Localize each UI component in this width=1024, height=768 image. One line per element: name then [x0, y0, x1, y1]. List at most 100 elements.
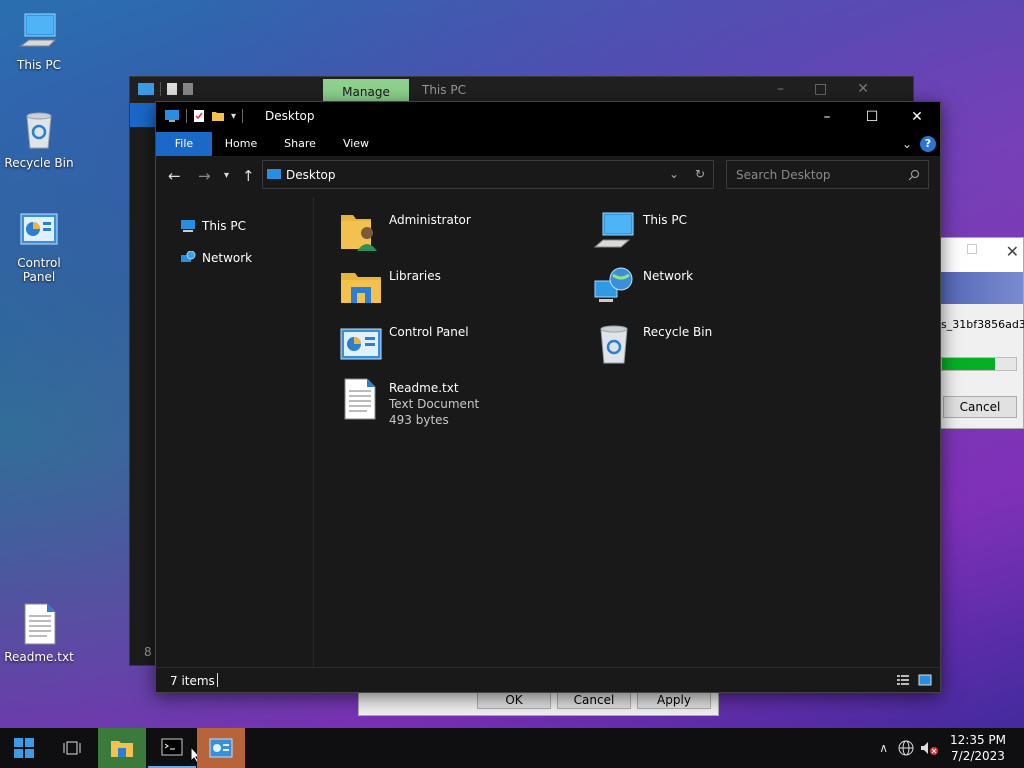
system-tray: ∧ 12:35 PM 7/2/2023	[879, 728, 1024, 768]
recent-locations-icon[interactable]: ▾	[224, 170, 229, 181]
window-title: Desktop	[265, 109, 315, 123]
nav-item-label: This PC	[202, 219, 246, 233]
text-file-icon	[344, 378, 376, 420]
help-icon[interactable]: ?	[920, 136, 936, 152]
taskbar-command-prompt[interactable]	[148, 728, 196, 768]
taskbar-file-explorer[interactable]	[98, 728, 146, 768]
item-name: This PC	[643, 213, 687, 227]
customize-toolbar-icon[interactable]: ▾	[231, 111, 236, 122]
details-view-icon[interactable]	[896, 674, 910, 686]
desktop-icon-control-panel[interactable]: Control Panel	[0, 208, 78, 284]
back-arrow-icon[interactable]: ←	[168, 167, 181, 185]
search-input[interactable]: Search Desktop	[736, 168, 831, 182]
manage-tab[interactable]: Manage	[323, 79, 409, 103]
list-item-control-panel[interactable]: Control Panel	[339, 321, 469, 365]
dialog-filename: s_31bf3856ad3	[941, 318, 1024, 331]
properties-icon[interactable]	[193, 109, 205, 123]
dialog-title-bar: ✕	[941, 238, 1023, 272]
list-item-readme[interactable]: Readme.txt Text Document 493 bytes	[339, 377, 479, 428]
list-item-recycle-bin[interactable]: Recycle Bin	[593, 321, 712, 365]
clock[interactable]: 12:35 PM 7/2/2023	[946, 732, 1010, 764]
explorer-window[interactable]: ▾ Desktop – ☐ ✕ File Home Share View ⌄ ?…	[155, 101, 941, 693]
apply-button[interactable]: Apply	[637, 691, 711, 709]
close-icon[interactable]: ✕	[1006, 242, 1019, 261]
libraries-folder-icon	[341, 273, 381, 303]
navigation-pane: This PC Network	[156, 197, 314, 668]
tab-view[interactable]: View	[336, 132, 376, 156]
item-size: 493 bytes	[389, 413, 449, 427]
clock-time: 12:35 PM	[950, 733, 1006, 747]
maximize-button[interactable]: ☐	[849, 102, 895, 132]
taskbar: ∧ 12:35 PM 7/2/2023	[0, 728, 1024, 768]
cancel-button[interactable]: Cancel	[557, 691, 631, 709]
command-prompt-icon	[161, 738, 183, 756]
desktop-icon-readme[interactable]: Readme.txt	[0, 602, 78, 664]
nav-item-network[interactable]: Network	[180, 251, 252, 265]
start-button[interactable]	[0, 728, 48, 768]
network-status-icon[interactable]	[898, 740, 914, 756]
taskbar-control-panel[interactable]	[197, 728, 245, 768]
address-dropdown-icon[interactable]: ⌄	[669, 167, 679, 181]
properties-icon	[167, 83, 177, 95]
recycle-bin-icon	[26, 112, 52, 149]
search-icon	[908, 170, 919, 181]
minimize-button[interactable]: –	[804, 102, 850, 132]
list-item-administrator[interactable]: Administrator	[339, 209, 471, 253]
search-box[interactable]: Search Desktop	[726, 160, 929, 189]
dialog-cancel-button[interactable]: Cancel	[943, 396, 1017, 418]
background-window-title: This PC	[422, 83, 466, 97]
list-item-this-pc[interactable]: This PC	[593, 209, 687, 253]
desktop-icon-label: Control Panel	[17, 256, 61, 284]
desktop-icon-label: Recycle Bin	[4, 156, 74, 170]
list-item-network[interactable]: Network	[593, 265, 693, 309]
title-bar: ▾ Desktop – ☐ ✕	[156, 102, 940, 132]
up-arrow-icon[interactable]: ↑	[242, 167, 255, 185]
desktop-icon-recycle-bin[interactable]: Recycle Bin	[0, 108, 78, 170]
ok-button[interactable]: OK	[477, 691, 551, 709]
copy-progress-dialog[interactable]: ✕ s_31bf3856ad3 Cancel	[940, 237, 1024, 429]
nav-item-label: Network	[202, 251, 253, 265]
control-panel-icon	[340, 328, 382, 360]
control-panel-icon	[209, 738, 233, 758]
desktop-icon	[165, 110, 179, 122]
expand-ribbon-icon[interactable]: ⌄	[902, 137, 912, 151]
desktop-icon-label: This PC	[17, 58, 61, 72]
large-icons-view-icon[interactable]	[918, 674, 932, 686]
tab-share[interactable]: Share	[278, 132, 322, 156]
background-file-tab	[130, 103, 156, 127]
properties-dialog[interactable]: OK Cancel Apply	[358, 690, 719, 716]
refresh-icon[interactable]: ↻	[695, 167, 705, 181]
address-text: Desktop	[286, 168, 336, 182]
item-name: Control Panel	[389, 325, 469, 339]
this-pc-icon	[593, 212, 634, 248]
tab-home[interactable]: Home	[218, 132, 264, 156]
task-view-icon	[63, 741, 81, 755]
volume-muted-icon[interactable]	[920, 740, 938, 756]
item-name: Readme.txt	[389, 381, 459, 395]
list-item-libraries[interactable]: Libraries	[339, 265, 441, 309]
task-view-button[interactable]	[48, 728, 96, 768]
forward-arrow-icon[interactable]: →	[198, 167, 211, 185]
progress-bar-fill	[942, 358, 995, 370]
desktop-location-icon	[267, 169, 281, 179]
address-bar[interactable]: Desktop ⌄ ↻	[262, 160, 714, 189]
windows-logo-icon	[14, 738, 34, 758]
clock-date: 7/2/2023	[951, 749, 1005, 763]
new-folder-icon[interactable]	[211, 110, 225, 122]
desktop-icon-label: Readme.txt	[4, 650, 74, 664]
status-bar: 7 items	[156, 667, 940, 692]
recycle-bin-icon	[600, 325, 628, 364]
user-folder-icon	[341, 215, 377, 251]
text-caret	[217, 673, 218, 687]
close-button[interactable]: ✕	[894, 102, 940, 132]
item-name: Administrator	[389, 213, 471, 227]
desktop-icon-this-pc[interactable]: This PC	[0, 10, 78, 72]
nav-item-this-pc[interactable]: This PC	[180, 219, 246, 233]
show-hidden-icons-icon[interactable]: ∧	[879, 741, 888, 755]
item-name: Recycle Bin	[643, 325, 713, 339]
text-file-icon	[24, 603, 56, 645]
progress-bar	[941, 357, 1017, 371]
item-name: Libraries	[389, 269, 441, 283]
this-pc-icon	[181, 220, 195, 232]
tab-file[interactable]: File	[156, 132, 212, 156]
